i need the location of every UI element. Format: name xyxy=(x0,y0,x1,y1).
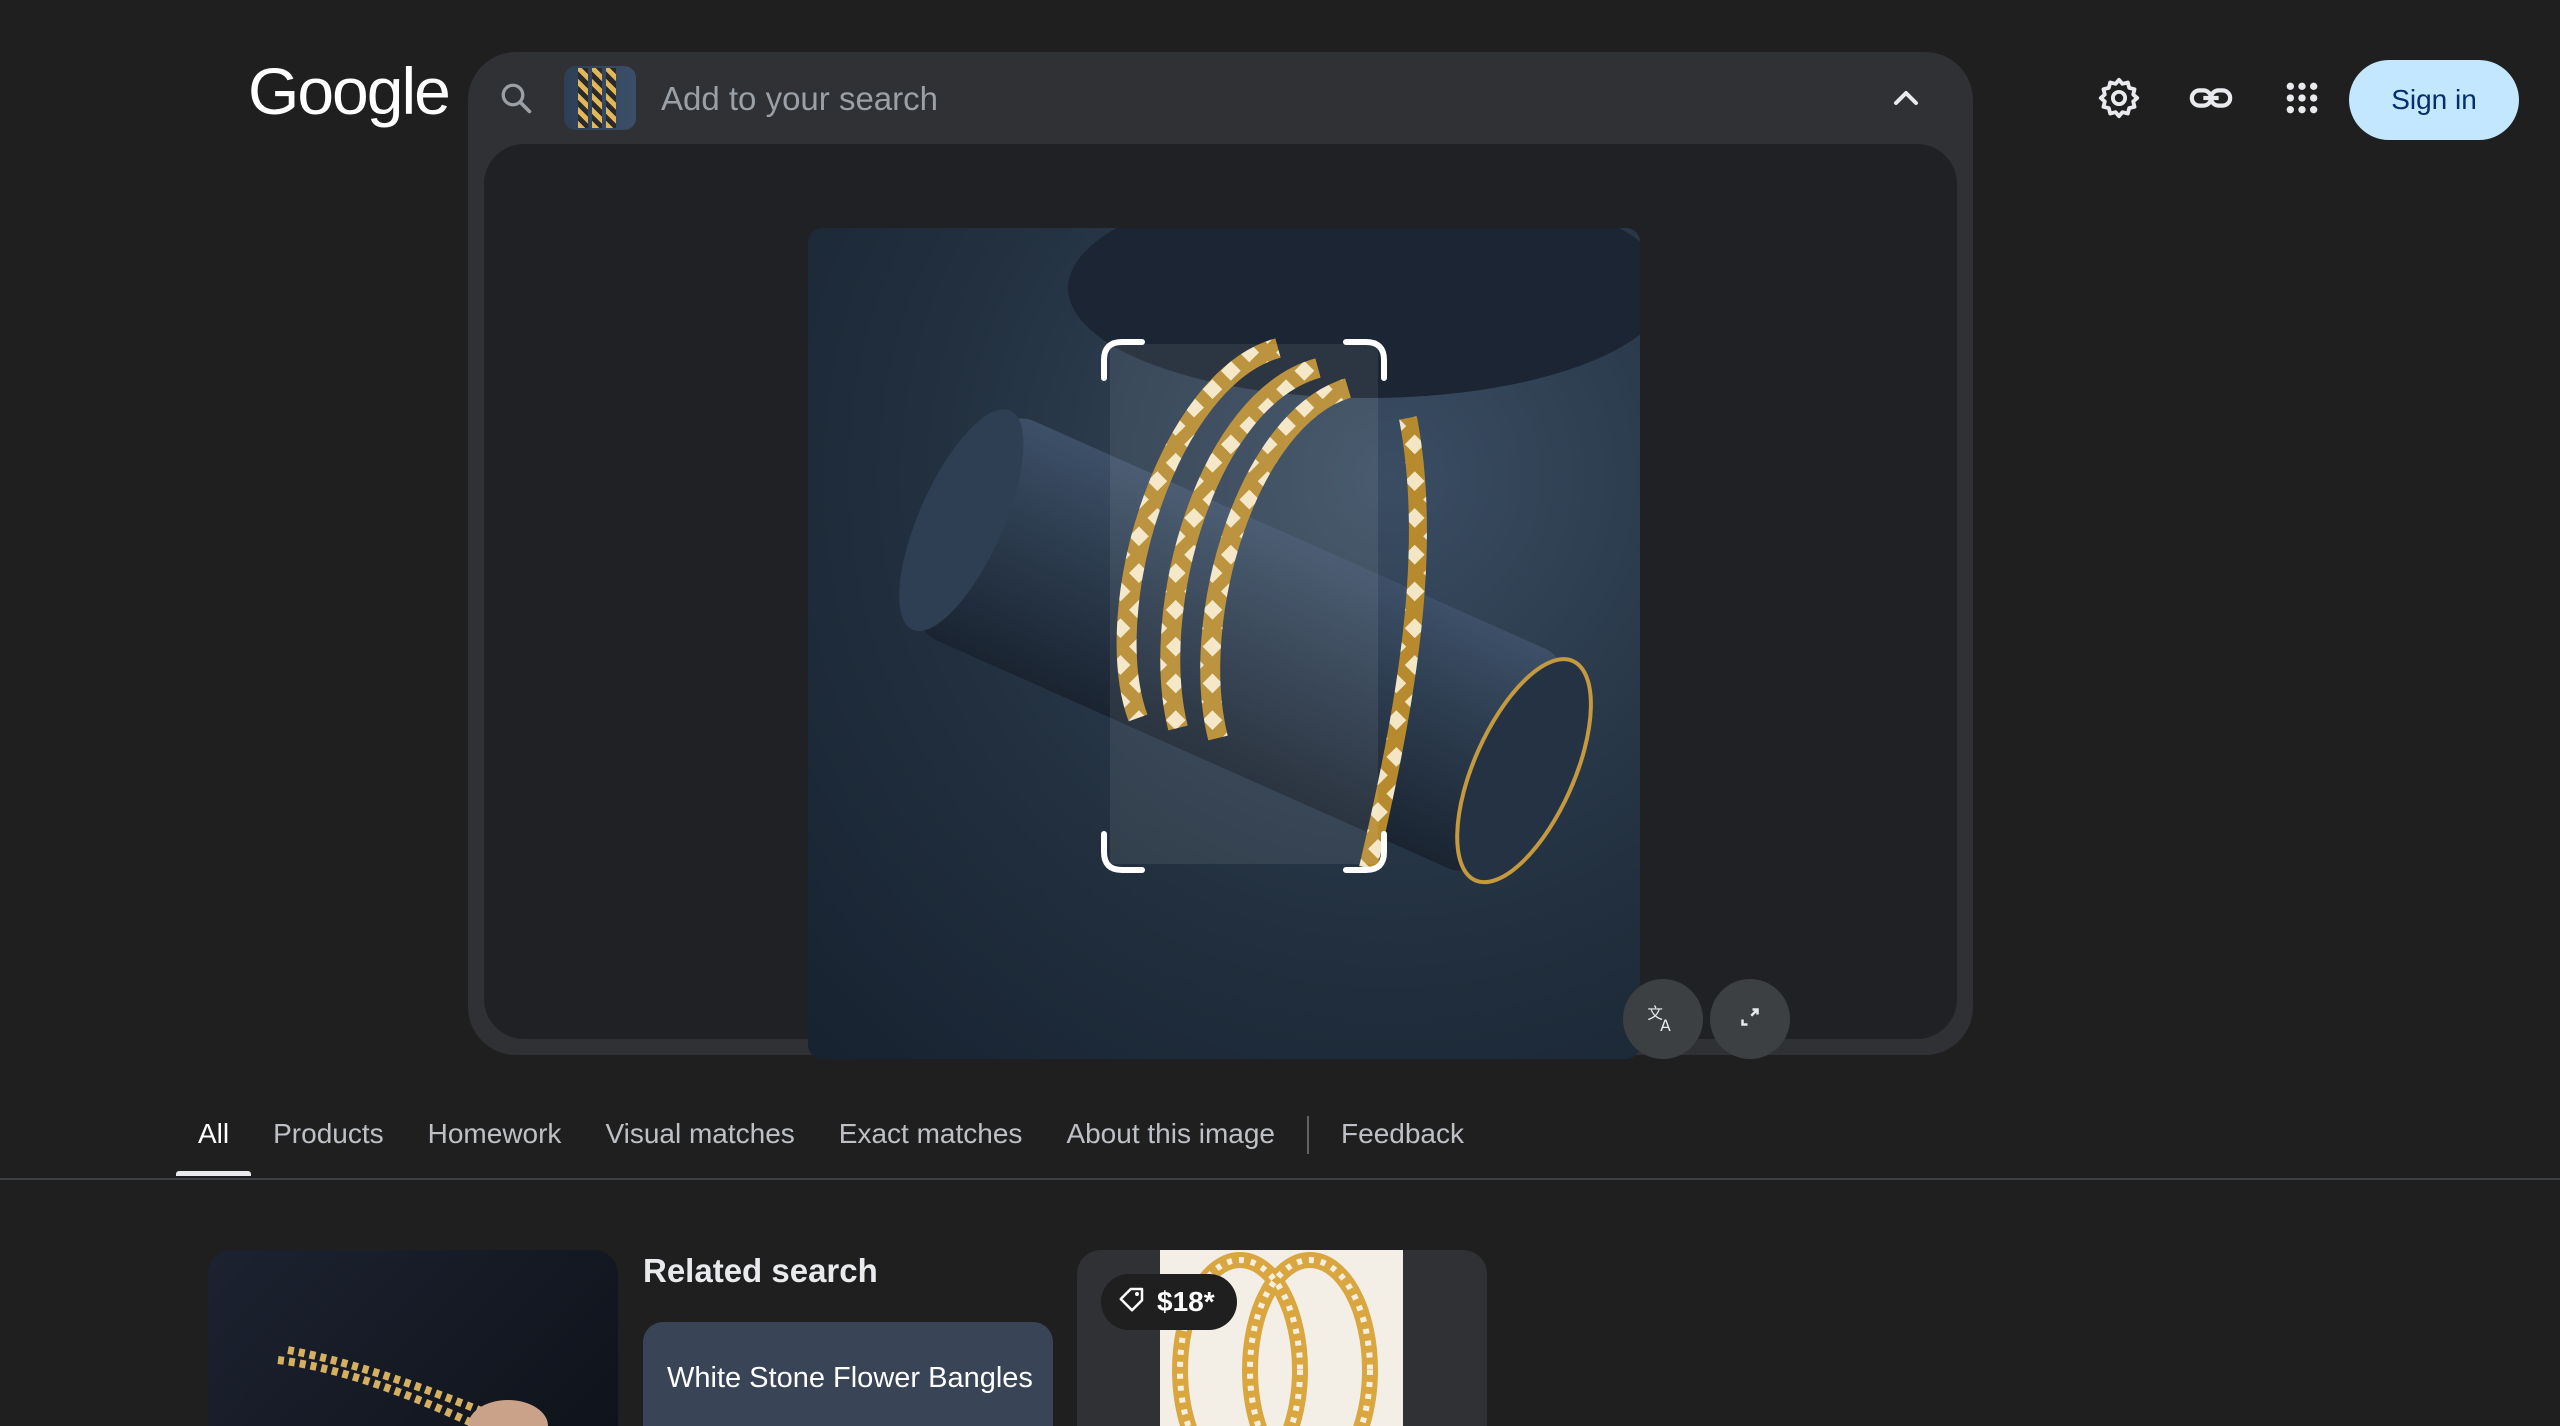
tab-products[interactable]: Products xyxy=(251,1108,406,1176)
search-icon xyxy=(498,80,534,116)
price-text: $18* xyxy=(1157,1286,1215,1317)
google-logo[interactable]: Google xyxy=(248,58,451,124)
tab-visual-matches[interactable]: Visual matches xyxy=(583,1108,816,1176)
price-badge: $18* xyxy=(1101,1274,1237,1330)
search-bar xyxy=(468,52,1973,144)
related-search-chip[interactable]: White Stone Flower Bangles xyxy=(643,1322,1053,1426)
chevron-up-icon[interactable] xyxy=(1886,78,1926,118)
tag-icon xyxy=(1117,1284,1147,1321)
tab-about-this-image[interactable]: About this image xyxy=(1044,1108,1297,1176)
settings-icon[interactable] xyxy=(2095,74,2143,122)
tab-all[interactable]: All xyxy=(176,1108,252,1176)
expand-icon xyxy=(1735,1002,1765,1037)
search-image-thumbnail[interactable] xyxy=(564,66,636,130)
result-tabs: All Products Homework Visual matches Exa… xyxy=(176,1108,1486,1178)
apps-icon[interactable] xyxy=(2278,74,2326,122)
translate-icon: 文A xyxy=(1646,1000,1680,1039)
tab-exact-matches[interactable]: Exact matches xyxy=(817,1108,1045,1176)
translate-button[interactable]: 文A xyxy=(1623,979,1703,1059)
query-image[interactable] xyxy=(808,228,1640,1059)
sign-in-button[interactable]: Sign in xyxy=(2349,60,2519,140)
tab-homework[interactable]: Homework xyxy=(406,1108,584,1176)
lens-preview-panel: 文A xyxy=(484,144,1957,1059)
expand-button[interactable] xyxy=(1710,979,1790,1059)
google-lens-page: Google Add to your search 文 A Sign in Al… xyxy=(0,0,2560,1426)
result-image-card[interactable] xyxy=(208,1250,618,1426)
search-box: 文A xyxy=(468,52,1973,1059)
tabs-divider-line xyxy=(0,1178,2560,1180)
link-icon[interactable] xyxy=(2187,74,2235,122)
svg-text:A: A xyxy=(1660,1017,1671,1034)
product-result-card[interactable]: $18* xyxy=(1077,1250,1487,1426)
related-search-label: White Stone Flower Bangles xyxy=(667,1362,1033,1394)
related-search-title: Related search xyxy=(643,1252,878,1289)
search-input[interactable] xyxy=(659,72,1763,126)
feedback-link[interactable]: Feedback xyxy=(1319,1108,1486,1176)
tab-divider xyxy=(1307,1116,1310,1154)
